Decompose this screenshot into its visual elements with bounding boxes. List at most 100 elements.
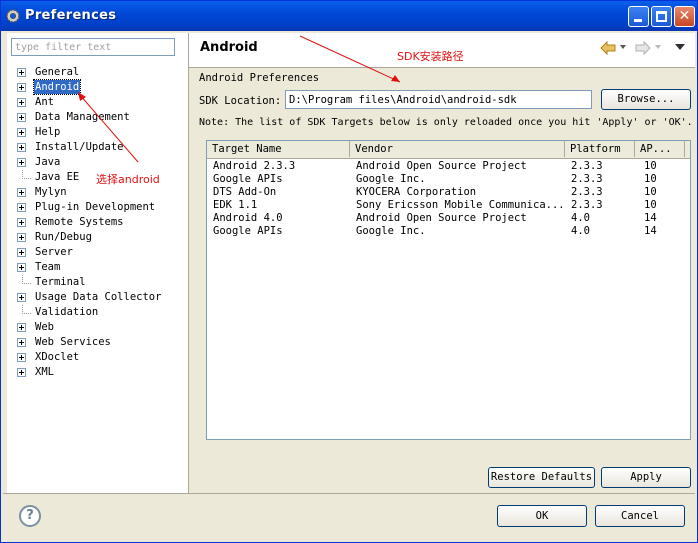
title-bar[interactable]: Preferences ✕ (1, 1, 697, 31)
close-icon: ✕ (678, 8, 691, 24)
expand-icon[interactable] (17, 98, 26, 107)
expand-icon[interactable] (17, 113, 26, 122)
table-row[interactable]: Android 4.0 Android Open Source Project 4.… (207, 212, 690, 225)
forward-arrow-icon[interactable] (635, 41, 651, 55)
expand-icon[interactable] (17, 293, 26, 302)
table-cell: Google Inc. (356, 225, 426, 237)
expand-icon[interactable] (17, 218, 26, 227)
table-cell: Google APIs (213, 173, 283, 185)
table-row[interactable]: DTS Add-On KYOCERA Corporation 2.3.3 10 (207, 186, 690, 199)
forward-dropdown-icon[interactable] (655, 45, 661, 50)
table-cell: KYOCERA Corporation (356, 186, 477, 198)
help-icon[interactable]: ? (19, 505, 41, 527)
filter-input[interactable] (11, 38, 175, 56)
close-button[interactable]: ✕ (674, 6, 695, 27)
tree-item-label: Ant (35, 96, 54, 108)
tree-item-label: Java (35, 156, 61, 168)
tree-item-label: XML (35, 366, 54, 378)
page-title: Android (200, 40, 258, 55)
expand-icon[interactable] (17, 158, 26, 167)
preference-page: Android Android Preferences SDK Location… (189, 33, 695, 493)
table-cell: 14 (644, 212, 657, 224)
table-row[interactable]: Android 2.3.3 Android Open Source Project… (207, 160, 690, 173)
tree-item-label: XDoclet (35, 351, 80, 363)
table-cell: Android 4.0 (213, 212, 283, 224)
table-cell: 2.3.3 (571, 173, 603, 185)
sdk-location-label: SDK Location: (199, 95, 282, 107)
expand-icon[interactable] (17, 83, 26, 92)
preferences-window: Preferences ✕ General Android Ant Data Mana… (0, 0, 698, 543)
tree-item-label: Remote Systems (35, 216, 124, 228)
column-target-name[interactable]: Target Name (207, 141, 350, 157)
expand-icon[interactable] (17, 233, 26, 242)
apply-label: Apply (630, 471, 662, 483)
column-api[interactable]: AP... (635, 141, 685, 157)
expand-icon[interactable] (17, 353, 26, 362)
browse-label: Browse... (617, 93, 675, 105)
expand-icon[interactable] (17, 338, 26, 347)
table-row[interactable]: Google APIs Google Inc. 2.3.3 10 (207, 173, 690, 186)
expand-icon[interactable] (17, 263, 26, 272)
maximize-button[interactable] (651, 6, 672, 27)
cancel-button[interactable]: Cancel (595, 505, 685, 527)
column-platform[interactable]: Platform (565, 141, 635, 157)
table-cell: Google APIs (213, 225, 283, 237)
table-cell: EDK 1.1 (213, 199, 258, 211)
tree-item-label: Team (35, 261, 61, 273)
tree-line (22, 170, 31, 179)
sdk-targets-table[interactable]: Target Name Vendor Platform AP... Androi… (206, 140, 691, 440)
restore-defaults-label: Restore Defaults (490, 471, 593, 483)
tree-item-label: Web (35, 321, 54, 333)
back-arrow-icon[interactable] (600, 41, 616, 55)
table-cell: 10 (644, 199, 657, 211)
tree-item-label: General (35, 66, 80, 78)
table-row[interactable]: Google APIs Google Inc. 4.0 14 (207, 225, 690, 238)
tree-item-label: Java EE (35, 171, 80, 183)
expand-icon[interactable] (17, 128, 26, 137)
table-cell: 10 (644, 173, 657, 185)
gear-icon (6, 9, 20, 23)
expand-icon[interactable] (17, 143, 26, 152)
ok-button[interactable]: OK (497, 505, 587, 527)
tree-item-label: Usage Data Collector (35, 291, 162, 303)
table-cell: 2.3.3 (571, 186, 603, 198)
footer-separator (3, 493, 695, 494)
expand-icon[interactable] (17, 188, 26, 197)
table-header: Target Name Vendor Platform AP... (207, 141, 690, 159)
tree-item-label: Web Services (35, 336, 111, 348)
table-cell: 10 (644, 160, 657, 172)
expand-icon[interactable] (17, 68, 26, 77)
table-cell: 4.0 (571, 225, 590, 237)
expand-icon[interactable] (17, 248, 26, 257)
cancel-label: Cancel (621, 510, 659, 522)
expand-icon[interactable] (17, 323, 26, 332)
back-dropdown-icon[interactable] (620, 45, 626, 50)
sdk-note: Note: The list of SDK Targets below is o… (199, 117, 693, 128)
view-menu-icon[interactable] (675, 44, 685, 51)
apply-button[interactable]: Apply (601, 467, 691, 488)
tree-item-label: Terminal (35, 276, 86, 288)
tree-item-label: Install/Update (35, 141, 124, 153)
tree-item-label: Plug-in Development (35, 201, 156, 213)
column-vendor[interactable]: Vendor (350, 141, 565, 157)
expand-icon[interactable] (17, 368, 26, 377)
tree-line (22, 275, 31, 284)
section-title: Android Preferences (199, 72, 320, 84)
preferences-tree-pane: GeneralAndroidAnt Data Management Help Inst… (7, 33, 189, 493)
table-row[interactable]: EDK 1.1 Sony Ericsson Mobile Communica...… (207, 199, 690, 212)
table-cell: 2.3.3 (571, 199, 603, 211)
table-cell: Android 2.3.3 (213, 160, 296, 172)
tree-item-label: Server (35, 246, 73, 258)
minimize-button[interactable] (628, 6, 649, 27)
tree-item-label: Validation (35, 306, 99, 318)
table-cell: 10 (644, 186, 657, 198)
window-title: Preferences (25, 8, 117, 23)
expand-icon[interactable] (17, 203, 26, 212)
table-cell: Sony Ericsson Mobile Communica... (356, 199, 565, 211)
restore-defaults-button[interactable]: Restore Defaults (488, 467, 595, 488)
table-cell: Android Open Source Project (356, 160, 527, 172)
sdk-location-input[interactable] (285, 90, 592, 109)
tree-item-label: Run/Debug (35, 231, 92, 243)
browse-button[interactable]: Browse... (601, 89, 691, 110)
tree-item-label: Data Management (35, 111, 130, 123)
